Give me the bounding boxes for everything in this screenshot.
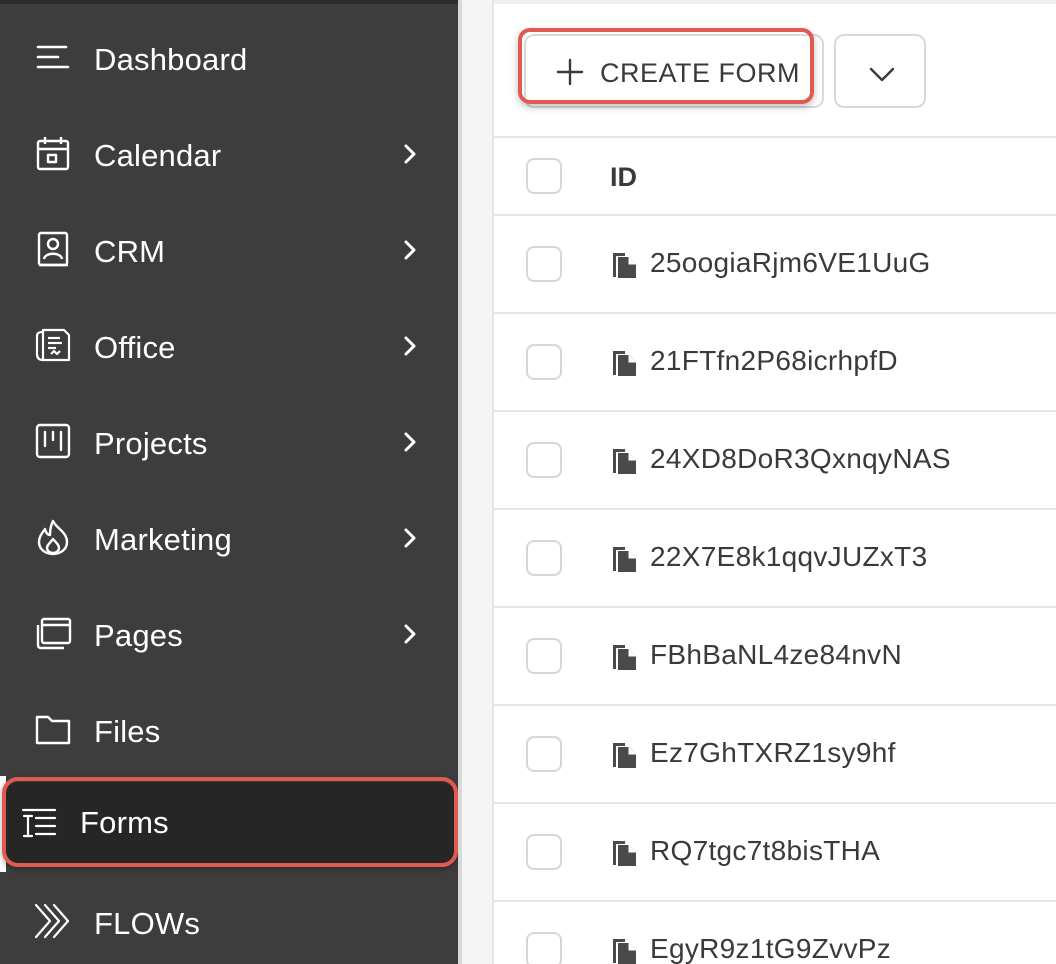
row-checkbox[interactable] — [526, 246, 562, 282]
table-row: 24XD8DoR3QxnqyNAS — [494, 412, 1056, 510]
copy-document-icon — [610, 250, 640, 280]
copy-document-icon — [610, 348, 640, 378]
sidebar-item-crm[interactable]: CRM — [0, 200, 458, 296]
create-form-button[interactable]: CREATE FORM — [524, 34, 824, 108]
column-header-id[interactable]: ID — [610, 160, 637, 194]
sidebar-item-dashboard[interactable]: Dashboard — [0, 8, 458, 104]
sidebar-item-calendar[interactable]: Calendar — [0, 104, 458, 200]
form-id[interactable]: 22X7E8k1qqvJUZxT3 — [650, 540, 927, 574]
sidebar-item-label: Calendar — [94, 138, 222, 173]
row-checkbox[interactable] — [526, 736, 562, 772]
table-row: 21FTfn2P68icrhpfD — [494, 314, 1056, 412]
chevrons-right-icon — [34, 902, 72, 940]
chevron-right-icon — [396, 620, 424, 648]
form-id[interactable]: Ez7GhTXRZ1sy9hf — [650, 736, 896, 770]
table-row: FBhBaNL4ze84nvN — [494, 608, 1056, 706]
chevron-down-icon — [869, 67, 895, 82]
sidebar-item-label: Files — [94, 714, 161, 749]
table-row: 22X7E8k1qqvJUZxT3 — [494, 510, 1056, 608]
receipt-icon — [34, 326, 72, 364]
chevron-right-icon — [396, 236, 424, 264]
copy-document-icon — [610, 740, 640, 770]
sidebar-item-label: Marketing — [94, 522, 232, 557]
row-checkbox[interactable] — [526, 344, 562, 380]
row-checkbox[interactable] — [526, 540, 562, 576]
copy-document-icon — [610, 446, 640, 476]
table-row: RQ7tgc7t8bisTHA — [494, 804, 1056, 902]
forms-panel: CREATE FORM ID 25oogiaRjm6VE1UuG 21FTfn2… — [492, 0, 1056, 964]
contact-book-icon — [34, 230, 72, 268]
row-checkbox[interactable] — [526, 442, 562, 478]
sidebar-item-label: Pages — [94, 618, 183, 653]
sidebar-item-marketing[interactable]: Marketing — [0, 488, 458, 584]
chevron-right-icon — [396, 524, 424, 552]
form-id[interactable]: 21FTfn2P68icrhpfD — [650, 344, 898, 378]
copy-document-icon — [610, 936, 640, 964]
row-checkbox[interactable] — [526, 638, 562, 674]
form-id[interactable]: EgyR9z1tG9ZvvPz — [650, 932, 891, 964]
sidebar-item-files[interactable]: Files — [0, 680, 458, 776]
chevron-right-icon — [396, 428, 424, 456]
sidebar-item-label: Forms — [80, 805, 169, 840]
form-id[interactable]: FBhBaNL4ze84nvN — [650, 638, 902, 672]
sidebar-item-office[interactable]: Office — [0, 296, 458, 392]
sidebar-item-label: Dashboard — [94, 42, 248, 77]
form-list-icon — [20, 804, 58, 842]
row-checkbox[interactable] — [526, 834, 562, 870]
sidebar-item-pages[interactable]: Pages — [0, 584, 458, 680]
form-id[interactable]: 24XD8DoR3QxnqyNAS — [650, 442, 951, 476]
sidebar-item-label: FLOWs — [94, 906, 201, 941]
table-row: Ez7GhTXRZ1sy9hf — [494, 706, 1056, 804]
calendar-icon — [34, 134, 72, 172]
sidebar-item-label: CRM — [94, 234, 166, 269]
sidebar-divider — [458, 0, 462, 964]
sidebar-top-border — [0, 0, 458, 4]
chevron-right-icon — [396, 140, 424, 168]
table-row: 25oogiaRjm6VE1UuG — [494, 216, 1056, 314]
sidebar-item-label: Office — [94, 330, 176, 365]
create-form-label: CREATE FORM — [600, 58, 800, 88]
table-header: ID — [494, 138, 1056, 216]
copy-document-icon — [610, 544, 640, 574]
flame-icon — [34, 518, 72, 556]
menu-lines-icon — [34, 38, 72, 76]
sidebar: Dashboard Calendar CRM Office Projects M… — [0, 0, 458, 964]
form-id[interactable]: 25oogiaRjm6VE1UuG — [650, 246, 931, 280]
sidebar-item-label: Projects — [94, 426, 208, 461]
form-id[interactable]: RQ7tgc7t8bisTHA — [650, 834, 880, 868]
select-all-checkbox[interactable] — [526, 158, 562, 194]
table-row: EgyR9z1tG9ZvvPz — [494, 902, 1056, 964]
copy-document-icon — [610, 838, 640, 868]
sidebar-item-flows[interactable]: FLOWs — [0, 872, 458, 964]
kanban-icon — [34, 422, 72, 460]
toolbar: CREATE FORM — [494, 4, 1056, 138]
sidebar-item-projects[interactable]: Projects — [0, 392, 458, 488]
create-options-dropdown-button[interactable] — [834, 34, 926, 108]
plus-icon — [556, 58, 584, 86]
copy-document-icon — [610, 642, 640, 672]
sidebar-item-forms[interactable]: Forms — [6, 782, 454, 864]
folder-icon — [34, 710, 72, 748]
browser-pages-icon — [34, 614, 72, 652]
chevron-right-icon — [396, 332, 424, 360]
row-checkbox[interactable] — [526, 932, 562, 964]
